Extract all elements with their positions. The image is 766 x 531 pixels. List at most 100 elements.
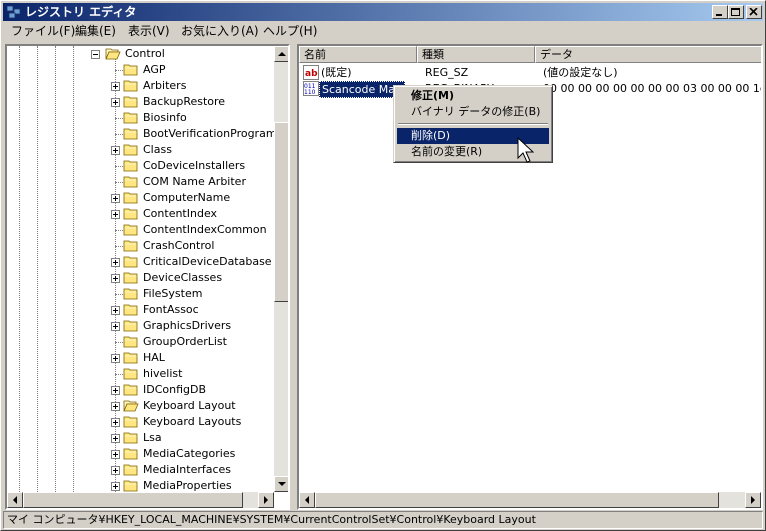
collapse-toggle[interactable] bbox=[91, 50, 100, 59]
tree-node-label: ContentIndexCommon bbox=[143, 223, 267, 236]
minimize-button[interactable] bbox=[712, 5, 728, 19]
expand-toggle[interactable] bbox=[111, 274, 120, 283]
list-horizontal-scrollbar[interactable] bbox=[299, 492, 761, 508]
folder-icon bbox=[123, 96, 138, 108]
expand-toggle[interactable] bbox=[111, 402, 120, 411]
expand-toggle[interactable] bbox=[111, 466, 120, 475]
arrow-down-icon bbox=[278, 482, 286, 486]
tree-horizontal-scrollbar[interactable] bbox=[7, 492, 274, 508]
expand-toggle[interactable] bbox=[111, 418, 120, 427]
tree-node-label: COM Name Arbiter bbox=[143, 175, 246, 188]
expand-toggle[interactable] bbox=[111, 258, 120, 267]
tree-node-label: FontAssoc bbox=[143, 303, 199, 316]
key-tree-pane[interactable]: Control AGP Arbiters BackupRestore Biosinfo B… bbox=[5, 44, 290, 510]
maximize-icon bbox=[731, 8, 740, 16]
folder-icon bbox=[123, 288, 138, 300]
tree-guide-line bbox=[115, 70, 123, 71]
folder-icon bbox=[123, 448, 138, 460]
tree-node-label: hivelist bbox=[143, 367, 183, 380]
arrow-right-icon bbox=[264, 496, 268, 504]
folder-icon bbox=[123, 224, 138, 236]
expand-toggle[interactable] bbox=[111, 306, 120, 315]
arrow-right-icon bbox=[751, 496, 755, 504]
tree-node-label: ContentIndex bbox=[143, 207, 218, 220]
menu-file[interactable]: ファイル(F) bbox=[7, 24, 79, 39]
folder-icon bbox=[123, 272, 138, 284]
list-scroll-left-button[interactable] bbox=[299, 492, 315, 508]
close-icon bbox=[749, 8, 758, 16]
column-header-type[interactable]: 種類 bbox=[417, 46, 535, 63]
tree-node-label: FileSystem bbox=[143, 287, 203, 300]
tree-guide-line bbox=[115, 182, 123, 183]
menu-edit[interactable]: 編集(E) bbox=[71, 24, 120, 39]
string-value-icon: ab bbox=[303, 65, 319, 80]
expand-toggle[interactable] bbox=[111, 146, 120, 155]
open-folder-icon bbox=[123, 400, 139, 412]
tree-node-label: ComputerName bbox=[143, 191, 231, 204]
mouse-cursor-icon bbox=[517, 137, 535, 163]
menu-view[interactable]: 表示(V) bbox=[124, 24, 174, 39]
column-header-data[interactable]: データ bbox=[535, 46, 761, 63]
expand-toggle[interactable] bbox=[111, 354, 120, 363]
value-row[interactable]: ab (既定) REG_SZ (値の設定なし) bbox=[301, 64, 761, 81]
tree-guide-line bbox=[115, 342, 123, 343]
tree-node-label: GroupOrderList bbox=[143, 335, 227, 348]
tree-guide-line bbox=[37, 46, 38, 492]
tree-scroll-thumb[interactable] bbox=[274, 122, 288, 302]
open-folder-icon bbox=[105, 48, 121, 60]
tree-scroll-up-button[interactable] bbox=[274, 46, 288, 62]
tree-node-label: IDConfigDB bbox=[143, 383, 207, 396]
folder-icon bbox=[123, 352, 138, 364]
tree-node-label: Keyboard Layout bbox=[143, 399, 236, 412]
folder-icon bbox=[123, 144, 138, 156]
folder-icon bbox=[123, 256, 138, 268]
column-header-name[interactable]: 名前 bbox=[299, 46, 417, 63]
regedit-icon bbox=[6, 5, 21, 19]
tree-guide-line bbox=[115, 246, 123, 247]
binary-value-icon: 011 110 bbox=[303, 81, 319, 96]
expand-toggle[interactable] bbox=[111, 322, 120, 331]
folder-icon bbox=[123, 80, 138, 92]
tree-hscroll-thumb[interactable] bbox=[23, 492, 243, 508]
arrow-left-icon bbox=[13, 496, 17, 504]
svg-text:110: 110 bbox=[304, 89, 316, 96]
expand-toggle[interactable] bbox=[111, 210, 120, 219]
tree-guide-line bbox=[73, 46, 74, 492]
expand-toggle[interactable] bbox=[111, 194, 120, 203]
list-scroll-right-button[interactable] bbox=[745, 492, 761, 508]
tree-node-label: Class bbox=[143, 143, 172, 156]
expand-toggle[interactable] bbox=[111, 482, 120, 491]
pane-splitter[interactable] bbox=[291, 44, 296, 510]
tree-node-label: Keyboard Layouts bbox=[143, 415, 242, 428]
folder-icon bbox=[123, 112, 138, 124]
value-data: 00 00 00 00 00 00 00 00 03 00 00 00 1d 0… bbox=[543, 82, 763, 95]
context-modify-binary-item[interactable]: バイナリ データの修正(B) bbox=[397, 104, 549, 120]
value-type: REG_SZ bbox=[425, 66, 469, 79]
title-bar[interactable]: レジストリ エディタ bbox=[3, 3, 763, 21]
tree-guide-line bbox=[55, 46, 56, 492]
folder-icon bbox=[123, 336, 138, 348]
registry-editor-window: レジストリ エディタ ファイル(F) 編集(E) 表示(V) お気に入り(A) … bbox=[0, 0, 766, 531]
tree-node-label: MediaInterfaces bbox=[143, 463, 232, 476]
tree-scroll-left-button[interactable] bbox=[7, 492, 23, 508]
tree-scroll-down-button[interactable] bbox=[274, 476, 288, 492]
expand-toggle[interactable] bbox=[111, 450, 120, 459]
expand-toggle[interactable] bbox=[111, 98, 120, 107]
menu-bar: ファイル(F) 編集(E) 表示(V) お気に入り(A) ヘルプ(H) bbox=[3, 22, 763, 41]
tree-guide-line bbox=[19, 46, 20, 492]
list-hscroll-thumb[interactable] bbox=[315, 492, 719, 508]
context-modify-item[interactable]: 修正(M) bbox=[397, 88, 549, 104]
tree-node-label: MediaCategories bbox=[143, 447, 236, 460]
folder-icon bbox=[123, 128, 138, 140]
expand-toggle[interactable] bbox=[111, 82, 120, 91]
expand-toggle[interactable] bbox=[111, 386, 120, 395]
value-data: (値の設定なし) bbox=[543, 66, 618, 79]
menu-help[interactable]: ヘルプ(H) bbox=[259, 24, 321, 39]
close-button[interactable] bbox=[746, 5, 762, 19]
maximize-button[interactable] bbox=[728, 5, 744, 19]
menu-favorites[interactable]: お気に入り(A) bbox=[177, 24, 263, 39]
expand-toggle[interactable] bbox=[111, 434, 120, 443]
tree-node-label: CriticalDeviceDatabase bbox=[143, 255, 272, 268]
tree-scroll-right-button[interactable] bbox=[258, 492, 274, 508]
tree-vertical-scrollbar[interactable] bbox=[274, 46, 288, 492]
